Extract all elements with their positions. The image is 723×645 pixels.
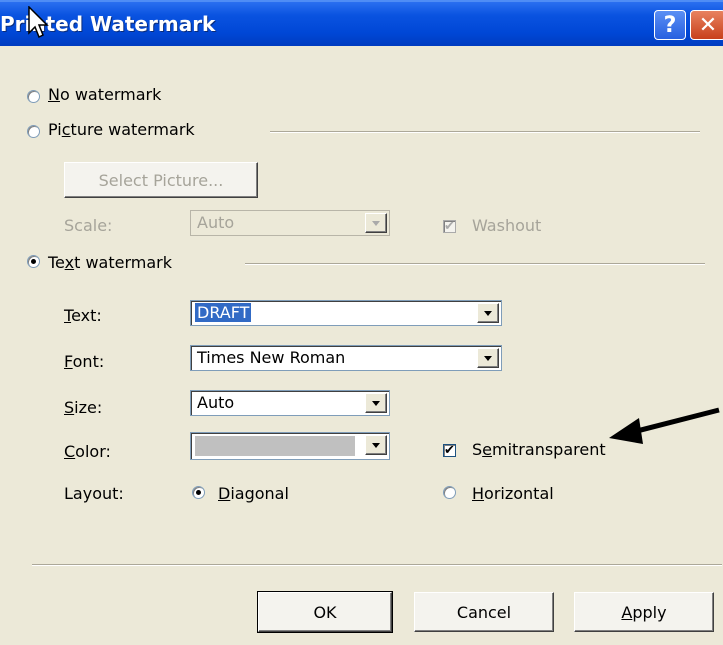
layout-label: Layout: [64,484,124,503]
washout-checkbox[interactable]: ✔ [443,220,456,233]
font-combo[interactable]: Times New Roman [190,345,502,371]
mouse-cursor-icon [28,6,49,39]
horizontal-label[interactable]: Horizontal [472,484,554,503]
no-watermark-text: o watermark [59,85,162,104]
picture-watermark-label[interactable]: Picture watermark [48,120,195,139]
cancel-button[interactable]: Cancel [414,592,554,632]
picture-watermark-radio[interactable] [27,125,40,138]
font-label-mnemonic: F [64,352,73,371]
text-label-rest: ext: [71,306,102,325]
size-label-mnemonic: S [64,398,75,417]
text-dropdown-icon[interactable] [477,303,499,323]
font-dropdown-icon[interactable] [477,348,499,368]
diagonal-text: iagonal [230,484,289,503]
text-label: Text: [64,306,102,325]
scale-value: Auto [197,213,235,232]
no-watermark-mnemonic: N [48,85,60,104]
semitransparent-label[interactable]: Semitransparent [472,440,606,459]
picture-watermark-text-a: Pi [48,120,62,139]
text-watermark-label[interactable]: Text watermark [48,253,172,272]
semitransparent-mnemonic: e [482,440,492,459]
semitransparent-checkbox[interactable]: ✔ [443,444,456,457]
color-label: Color: [64,442,111,461]
color-dropdown-icon[interactable] [365,435,387,455]
size-dropdown-icon[interactable] [365,393,387,413]
horizontal-text: orizontal [484,484,554,503]
picture-watermark-mnemonic: c [61,120,71,139]
text-combo[interactable]: DRAFT [190,300,502,326]
apply-mnemonic: A [621,602,633,622]
font-label: Font: [64,352,104,371]
no-watermark-label[interactable]: No watermark [48,85,161,104]
horizontal-radio[interactable] [443,486,456,499]
size-combo[interactable]: Auto [190,390,390,416]
text-watermark-text-b: t watermark [74,253,172,272]
text-label-mnemonic: T [64,306,72,325]
title-bar[interactable]: Printed Watermark ? ✕ [0,0,723,46]
no-watermark-radio[interactable] [27,90,40,103]
diagonal-radio[interactable] [192,486,205,499]
horizontal-mnemonic: H [472,484,485,503]
diagonal-mnemonic: D [218,484,231,503]
semitransparent-text-a: S [472,440,483,459]
text-watermark-mnemonic: x [64,253,75,272]
help-button[interactable]: ? [654,10,686,40]
color-label-rest: olor: [75,442,111,461]
scale-combo[interactable]: Auto [190,210,390,236]
font-label-rest: ont: [72,352,105,371]
close-icon: ✕ [698,12,718,38]
picture-section-divider [270,131,700,133]
washout-label: Washout [472,216,542,235]
color-combo[interactable] [190,432,390,460]
color-swatch [195,436,355,456]
text-watermark-text-a: Te [48,253,65,272]
apply-text: pply [632,602,667,622]
apply-button[interactable]: Apply [574,592,714,632]
help-icon: ? [663,12,677,38]
close-button[interactable]: ✕ [690,10,723,40]
text-section-divider [245,263,705,265]
annotation-arrow-icon [609,407,720,444]
size-value: Auto [197,393,235,412]
size-label-rest: ize: [74,398,103,417]
picture-watermark-text-b: ture watermark [70,120,195,139]
bottom-divider [32,564,722,566]
color-label-mnemonic: C [64,442,76,461]
diagonal-label[interactable]: Diagonal [218,484,289,503]
select-picture-button[interactable]: Select Picture... [64,162,258,198]
font-value: Times New Roman [197,348,346,367]
scale-dropdown-icon[interactable] [365,213,387,233]
scale-label: Scale: [64,216,113,235]
text-value[interactable]: DRAFT [195,303,252,322]
semitransparent-text-b: mitransparent [492,440,606,459]
size-label: Size: [64,398,102,417]
ok-button[interactable]: OK [257,591,393,633]
text-watermark-radio[interactable] [27,255,40,268]
